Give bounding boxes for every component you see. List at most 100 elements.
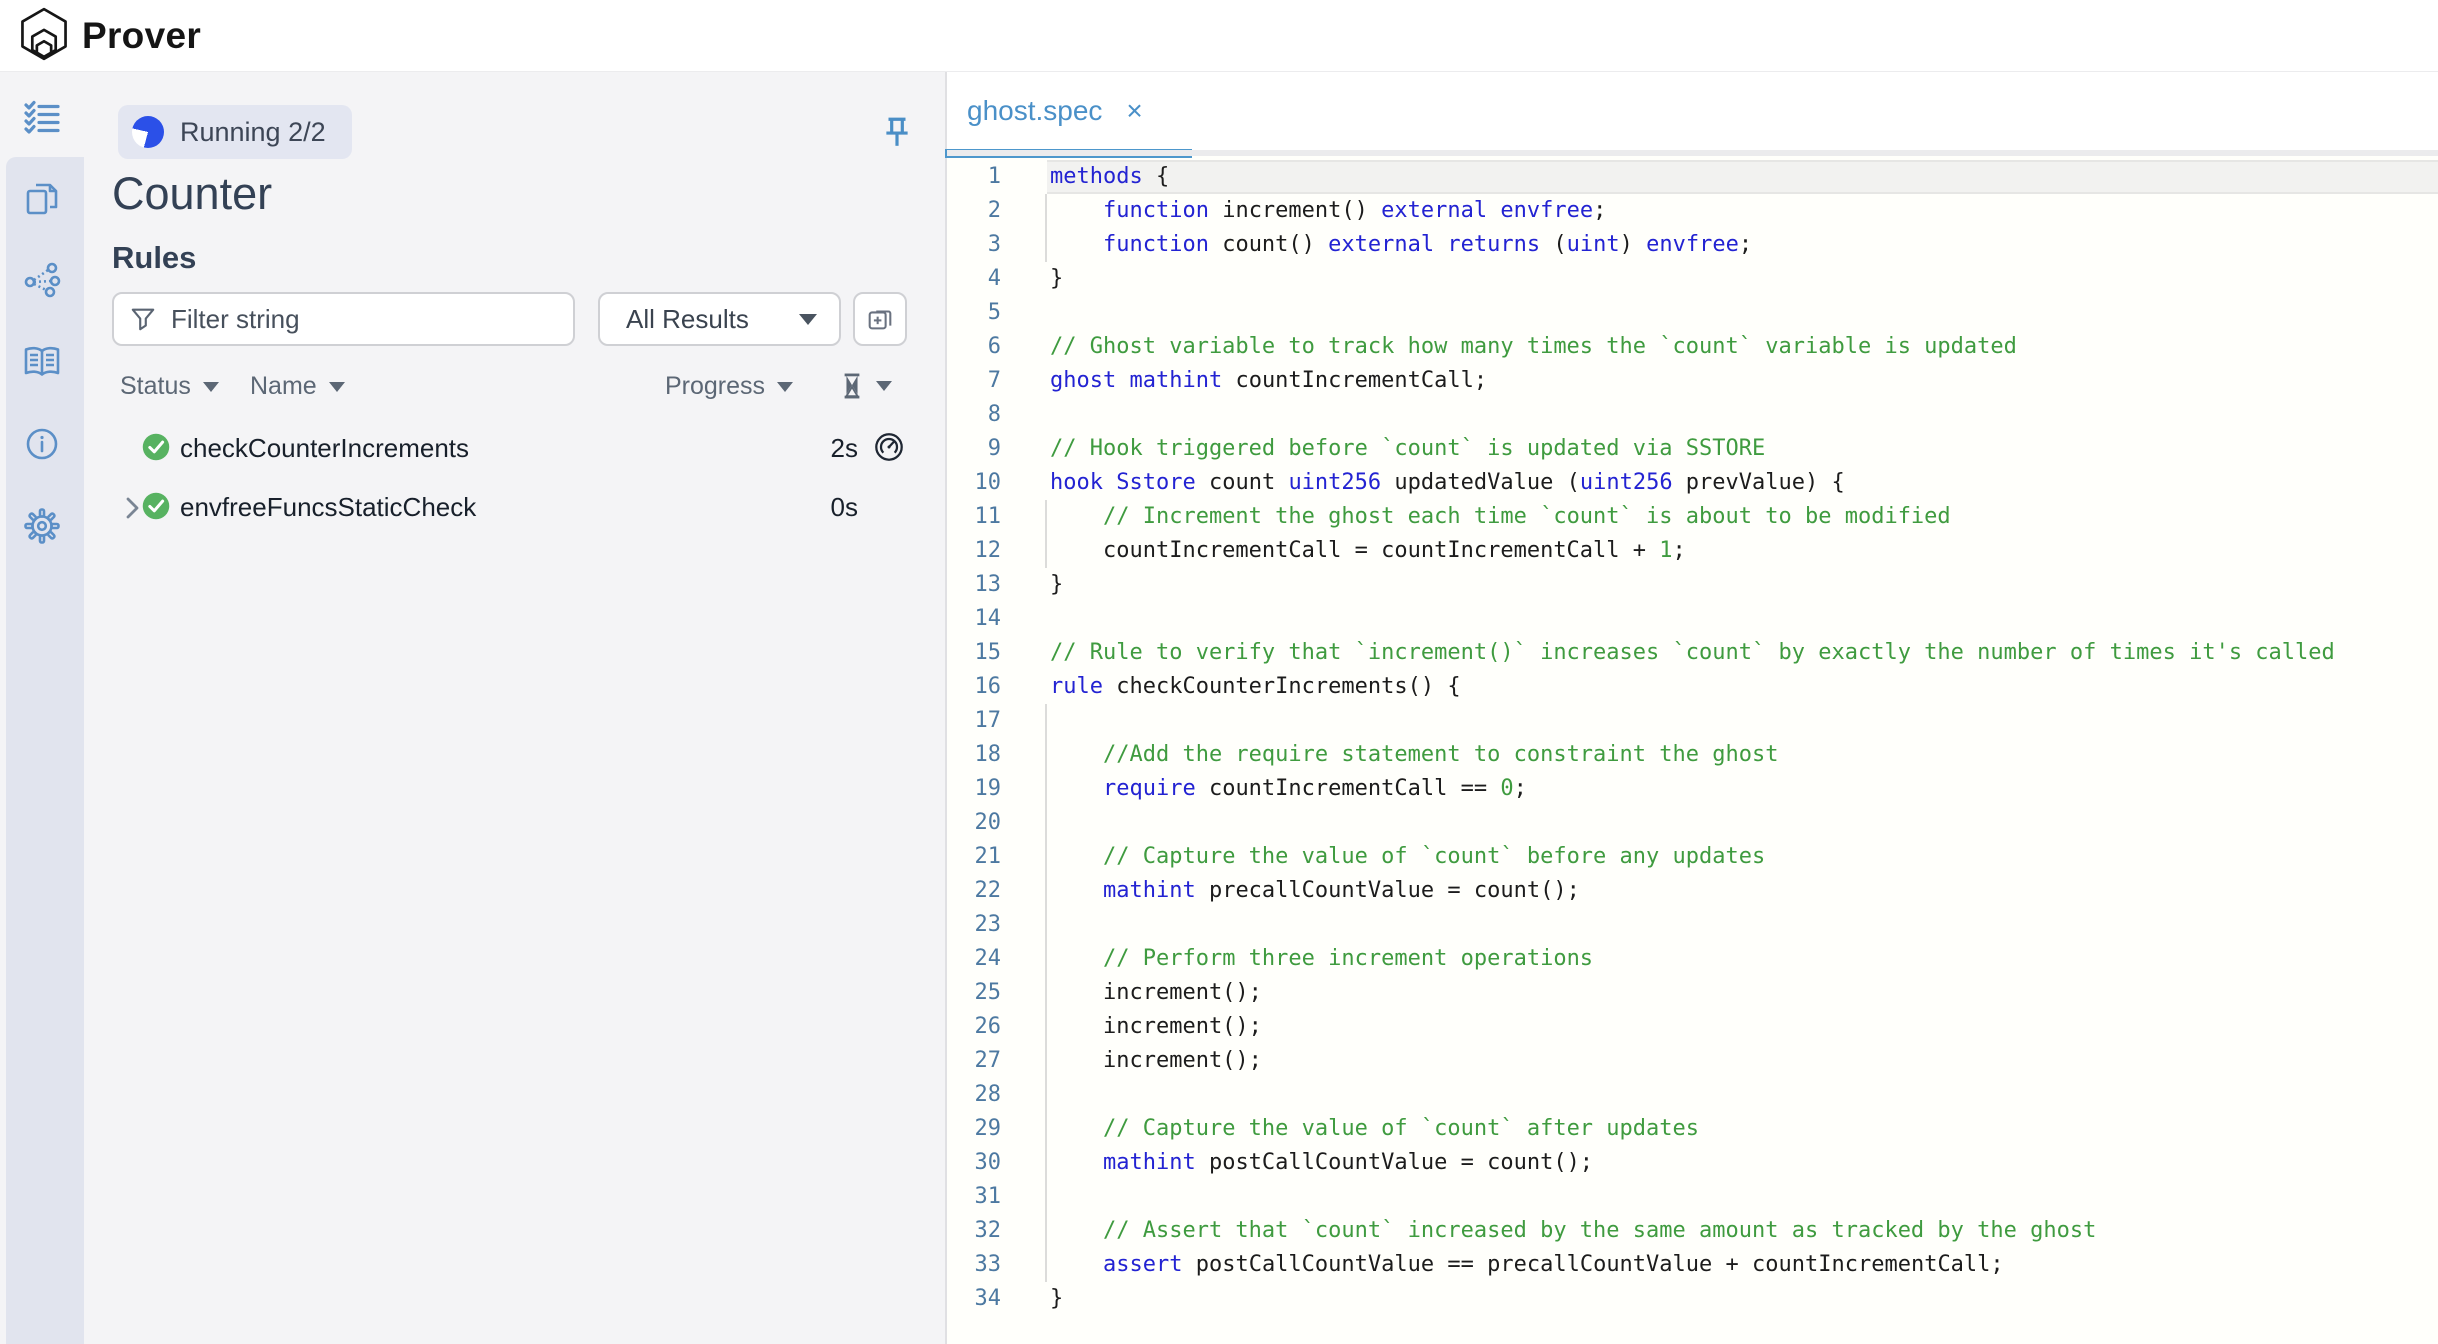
close-icon[interactable]: × <box>1126 97 1142 125</box>
status-badge-label: Running 2/2 <box>180 117 326 148</box>
code-line[interactable]: 10hook Sstore count uint256 updatedValue… <box>947 466 2438 500</box>
code-line[interactable]: 20 <box>947 806 2438 840</box>
code-line[interactable]: 7ghost mathint countIncrementCall; <box>947 364 2438 398</box>
code-line-content: mathint precallCountValue = count(); <box>1050 874 1580 908</box>
caret-down-icon <box>799 314 817 325</box>
sidebar-item-checklist[interactable] <box>0 90 84 146</box>
line-number: 4 <box>947 262 1001 296</box>
checklist-icon <box>22 98 62 138</box>
line-number: 11 <box>947 500 1001 534</box>
code-line[interactable]: 26 increment(); <box>947 1010 2438 1044</box>
code-line-content: countIncrementCall = countIncrementCall … <box>1050 534 1686 568</box>
filter-field[interactable] <box>112 292 575 346</box>
line-number: 28 <box>947 1078 1001 1112</box>
line-number: 22 <box>947 874 1001 908</box>
code-line-content: // Ghost variable to track how many time… <box>1050 330 2017 364</box>
code-line-content: // Hook triggered before `count` is upda… <box>1050 432 1765 466</box>
sidebar-item-book[interactable] <box>0 334 84 390</box>
code-line[interactable]: 11 // Increment the ghost each time `cou… <box>947 500 2438 534</box>
column-header-progress[interactable]: Progress <box>665 372 793 401</box>
line-number: 9 <box>947 432 1001 466</box>
line-number: 30 <box>947 1146 1001 1180</box>
code-line[interactable]: 9 // Hook triggered before `count` is upd… <box>947 432 2438 466</box>
code-line[interactable]: 15// Rule to verify that `increment()` i… <box>947 636 2438 670</box>
rules-section-title: Rules <box>112 240 196 276</box>
code-line[interactable]: 16rule checkCounterIncrements() { <box>947 670 2438 704</box>
line-number: 14 <box>947 602 1001 636</box>
sidebar-item-share-graph[interactable] <box>0 252 84 308</box>
line-number: 29 <box>947 1112 1001 1146</box>
code-view[interactable]: 1 methods {2 function increment() externa… <box>947 160 2438 1316</box>
code-line[interactable]: 14 <box>947 602 2438 636</box>
code-line[interactable]: 31 <box>947 1180 2438 1214</box>
line-number: 25 <box>947 976 1001 1010</box>
funnel-icon <box>130 306 156 332</box>
code-line[interactable]: 34} <box>947 1282 2438 1316</box>
code-line-content: } <box>1050 262 1063 296</box>
sort-caret-icon <box>203 382 219 392</box>
column-header-name[interactable]: Name <box>250 372 345 401</box>
code-line[interactable]: 25 increment(); <box>947 976 2438 1010</box>
code-line[interactable]: 32 // Assert that `count` increased by t… <box>947 1214 2438 1248</box>
top-bar: Prover <box>0 0 2438 73</box>
code-line[interactable]: 27 increment(); <box>947 1044 2438 1078</box>
status-badge: Running 2/2 <box>118 105 352 159</box>
sidebar-item-gear[interactable] <box>0 498 84 554</box>
sort-caret-icon <box>876 381 892 391</box>
code-line[interactable]: 3 function count() external returns (uin… <box>947 228 2438 262</box>
code-line[interactable]: 2 function increment() external envfree; <box>947 194 2438 228</box>
column-header-status[interactable]: Status <box>120 372 219 401</box>
results-dropdown-value: All Results <box>626 304 749 335</box>
code-line[interactable]: 17 <box>947 704 2438 738</box>
rule-duration: 2s <box>831 433 858 464</box>
icon-rail <box>0 72 84 1344</box>
rule-row[interactable]: checkCounterIncrements 2s <box>84 429 945 469</box>
sidebar-item-copy-pages[interactable] <box>0 171 84 227</box>
status-header-label: Status <box>120 372 191 401</box>
code-line[interactable]: 30 mathint postCallCountValue = count(); <box>947 1146 2438 1180</box>
filter-input[interactable] <box>169 303 557 336</box>
code-line[interactable]: 13} <box>947 568 2438 602</box>
line-number: 16 <box>947 670 1001 704</box>
duplicate-view-button[interactable] <box>853 292 907 346</box>
sidebar-item-info[interactable] <box>0 416 84 472</box>
page-title: Counter <box>112 168 272 220</box>
results-dropdown[interactable]: All Results <box>598 292 841 346</box>
code-line[interactable]: 23 <box>947 908 2438 942</box>
share-graph-icon <box>23 261 61 299</box>
code-line[interactable]: 6// Ghost variable to track how many tim… <box>947 330 2438 364</box>
pin-button[interactable] <box>877 112 917 156</box>
code-line-content: // Assert that `count` increased by the … <box>1050 1214 2096 1248</box>
code-line[interactable]: 33 assert postCallCountValue == precallC… <box>947 1248 2438 1282</box>
chevron-right-icon[interactable] <box>122 495 142 526</box>
code-line[interactable]: 5 <box>947 296 2438 330</box>
code-line[interactable]: 8 <box>947 398 2438 432</box>
line-number: 1 <box>947 160 1001 194</box>
code-line[interactable]: 21 // Capture the value of `count` befor… <box>947 840 2438 874</box>
rule-name[interactable]: checkCounterIncrements <box>180 433 469 464</box>
code-line[interactable]: 18 //Add the require statement to constr… <box>947 738 2438 772</box>
code-line[interactable]: 28 <box>947 1078 2438 1112</box>
column-header-time[interactable] <box>840 372 892 400</box>
code-line-content: methods { <box>1050 160 1169 194</box>
line-number: 3 <box>947 228 1001 262</box>
gauge-icon[interactable] <box>873 431 905 468</box>
code-line-content: mathint postCallCountValue = count(); <box>1050 1146 1593 1180</box>
line-number: 21 <box>947 840 1001 874</box>
code-line[interactable]: 19 require countIncrementCall == 0; <box>947 772 2438 806</box>
code-line[interactable]: 22 mathint precallCountValue = count(); <box>947 874 2438 908</box>
rule-name[interactable]: envfreeFuncsStaticCheck <box>180 492 476 523</box>
code-line-content: } <box>1050 568 1063 602</box>
tab-bar-border <box>947 150 2438 156</box>
pushpin-icon <box>880 112 914 157</box>
gear-icon <box>22 506 62 546</box>
code-line[interactable]: 12 countIncrementCall = countIncrementCa… <box>947 534 2438 568</box>
rule-row[interactable]: envfreeFuncsStaticCheck0s <box>84 488 945 528</box>
check-circle-icon <box>141 491 171 526</box>
code-line[interactable]: 1 methods { <box>947 160 2438 194</box>
code-line[interactable]: 4} <box>947 262 2438 296</box>
tab-ghost-spec[interactable]: ghost.spec × <box>947 72 1179 150</box>
code-line[interactable]: 24 // Perform three increment operations <box>947 942 2438 976</box>
code-line-content: increment(); <box>1050 1044 1262 1078</box>
code-line[interactable]: 29 // Capture the value of `count` after… <box>947 1112 2438 1146</box>
